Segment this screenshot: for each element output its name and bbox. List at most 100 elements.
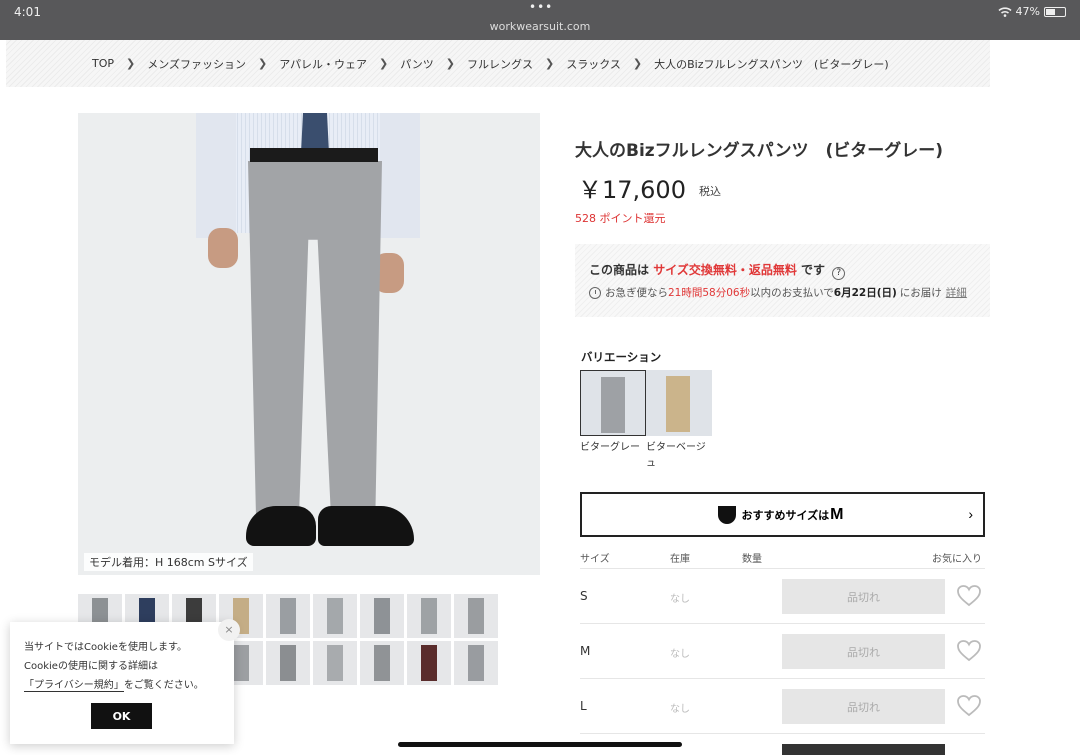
cookie-banner: × 当サイトではCookieを使用します。 Cookieの使用に関する詳細は 「…	[10, 619, 240, 744]
product-thumbnail[interactable]	[407, 641, 451, 685]
battery-icon	[1044, 6, 1066, 17]
size-logo-icon	[718, 506, 736, 524]
chevron-right-icon: ❯	[379, 57, 389, 70]
variation-grey-name: ビターグレー	[580, 442, 640, 453]
heart-icon[interactable]	[956, 694, 982, 718]
notice-highlight: サイズ交換無料・返品無料	[653, 263, 797, 277]
cookie-line3-rest: をご覧ください。	[123, 680, 204, 691]
link-open-bracket: 「	[24, 680, 34, 691]
model-caption: モデル着用：H 168cm Sサイズ	[84, 553, 253, 571]
privacy-policy-link[interactable]: 「プライバシー規約」	[24, 680, 124, 692]
header-stock: 在庫	[670, 554, 690, 565]
sold-out-button[interactable]: 品切れ	[782, 579, 945, 614]
pants-graphic	[233, 645, 249, 681]
pants-graphic	[468, 598, 484, 634]
size-name: M	[580, 644, 591, 658]
product-thumbnail[interactable]	[454, 641, 498, 685]
chevron-right-icon: ❯	[445, 57, 456, 70]
header-size: サイズ	[580, 554, 610, 565]
browser-menu-dots[interactable]: •••	[529, 0, 553, 14]
pants-graphic	[601, 377, 625, 433]
variation-grey[interactable]: ビターグレー	[580, 370, 646, 456]
size-name: L	[580, 699, 587, 713]
variation-grey-image	[580, 370, 646, 436]
pants-graphic	[374, 598, 390, 634]
product-thumbnail[interactable]	[407, 594, 451, 638]
chevron-right-icon: ❯	[545, 57, 555, 70]
cart-button-peek[interactable]	[782, 744, 945, 755]
product-thumbnail[interactable]	[266, 641, 310, 685]
stock-status: なし	[670, 649, 690, 660]
trousers-graphic	[248, 161, 382, 519]
wifi-icon	[998, 6, 1012, 17]
size-table-header: サイズ 在庫 数量 お気に入り	[580, 547, 985, 569]
delivery-suffix: にお届け	[899, 287, 942, 299]
size-name: S	[580, 589, 588, 603]
shipping-info-box: この商品は サイズ交換無料・返品無料 です ? お急ぎ便なら 21時間58分06…	[575, 244, 990, 317]
heart-icon[interactable]	[956, 639, 982, 663]
recommended-size-button[interactable]: おすすめサイズは M ›	[580, 492, 985, 537]
tax-label: 税込	[699, 185, 721, 198]
detail-link[interactable]: 詳細	[946, 285, 967, 300]
cookie-line2: Cookieの使用に関する詳細は	[24, 661, 158, 672]
main-product-image[interactable]: モデル着用：H 168cm Sサイズ	[78, 113, 540, 575]
status-time: 4:01	[14, 5, 41, 19]
breadcrumb-mens-fashion[interactable]: メンズファッション	[147, 56, 246, 72]
right-arm-graphic	[380, 113, 420, 238]
pants-graphic	[666, 376, 690, 432]
cookie-ok-button[interactable]: OK	[91, 703, 152, 729]
pants-graphic	[421, 645, 437, 681]
home-indicator[interactable]	[398, 742, 682, 747]
pants-graphic	[468, 645, 484, 681]
free-exchange-notice: この商品は サイズ交換無料・返品無料 です ?	[589, 261, 846, 280]
right-shoe-graphic	[318, 506, 414, 546]
status-right: 47%	[998, 5, 1066, 18]
points-label: 528 ポイント還元	[575, 212, 666, 225]
breadcrumb-top[interactable]: TOP	[92, 57, 114, 70]
product-title: 大人のBizフルレングスパンツ (ビターグレー)	[575, 141, 944, 161]
cookie-message: 当サイトではCookieを使用します。 Cookieの使用に関する詳細は 「プラ…	[24, 638, 229, 695]
chevron-right-icon: ❯	[126, 57, 136, 70]
breadcrumb-slacks[interactable]: スラックス	[566, 56, 621, 72]
heart-icon[interactable]	[956, 584, 982, 608]
left-shoe-graphic	[246, 506, 316, 546]
chevron-right-icon: ❯	[632, 57, 643, 70]
delivery-date: 6月22日(日)	[833, 287, 897, 299]
pants-graphic	[280, 645, 296, 681]
pants-graphic	[374, 645, 390, 681]
breadcrumb-full-length[interactable]: フルレングス	[467, 56, 533, 72]
help-icon[interactable]: ?	[832, 267, 846, 280]
variation-beige-image	[646, 370, 712, 436]
product-thumbnail[interactable]	[266, 594, 310, 638]
product-thumbnail[interactable]	[360, 594, 404, 638]
sold-out-button[interactable]: 品切れ	[782, 689, 945, 724]
breadcrumb-current: 大人のBizフルレングスパンツ (ビターグレー)	[654, 57, 889, 71]
header-favorite: お気に入り	[932, 554, 982, 565]
belt-graphic	[250, 148, 378, 162]
product-thumbnail[interactable]	[313, 594, 357, 638]
pants-graphic	[280, 598, 296, 634]
clock-icon	[589, 286, 601, 299]
privacy-link-text: プライバシー規約	[34, 680, 114, 691]
sold-out-button[interactable]: 品切れ	[782, 634, 945, 669]
notice-prefix: この商品は	[589, 263, 650, 277]
variation-label: バリエーション	[581, 350, 662, 364]
product-price: ￥17,600	[578, 176, 686, 204]
cookie-line3: 「プライバシー規約」をご覧ください。	[24, 676, 229, 695]
delivery-countdown: 21時間58分06秒	[668, 287, 751, 299]
stock-status: なし	[670, 594, 690, 605]
breadcrumb-pants[interactable]: パンツ	[400, 56, 434, 72]
product-thumbnail[interactable]	[454, 594, 498, 638]
left-arm-graphic	[196, 113, 236, 238]
url-label[interactable]: workwearsuit.com	[0, 20, 1080, 33]
variation-beige[interactable]: ビターベージュ	[646, 370, 712, 472]
product-thumbnail[interactable]	[360, 641, 404, 685]
left-hand-graphic	[208, 228, 238, 268]
delivery-prefix: お急ぎ便なら	[605, 287, 668, 299]
size-row-l: L なし 品切れ	[580, 679, 985, 734]
size-row-m: M なし 品切れ	[580, 624, 985, 679]
chevron-right-icon: ›	[968, 506, 973, 522]
product-thumbnail[interactable]	[313, 641, 357, 685]
breadcrumb: TOP ❯ メンズファッション ❯ アパレル・ウェア ❯ パンツ ❯ フルレング…	[6, 40, 990, 87]
breadcrumb-apparel[interactable]: アパレル・ウェア	[279, 56, 367, 72]
